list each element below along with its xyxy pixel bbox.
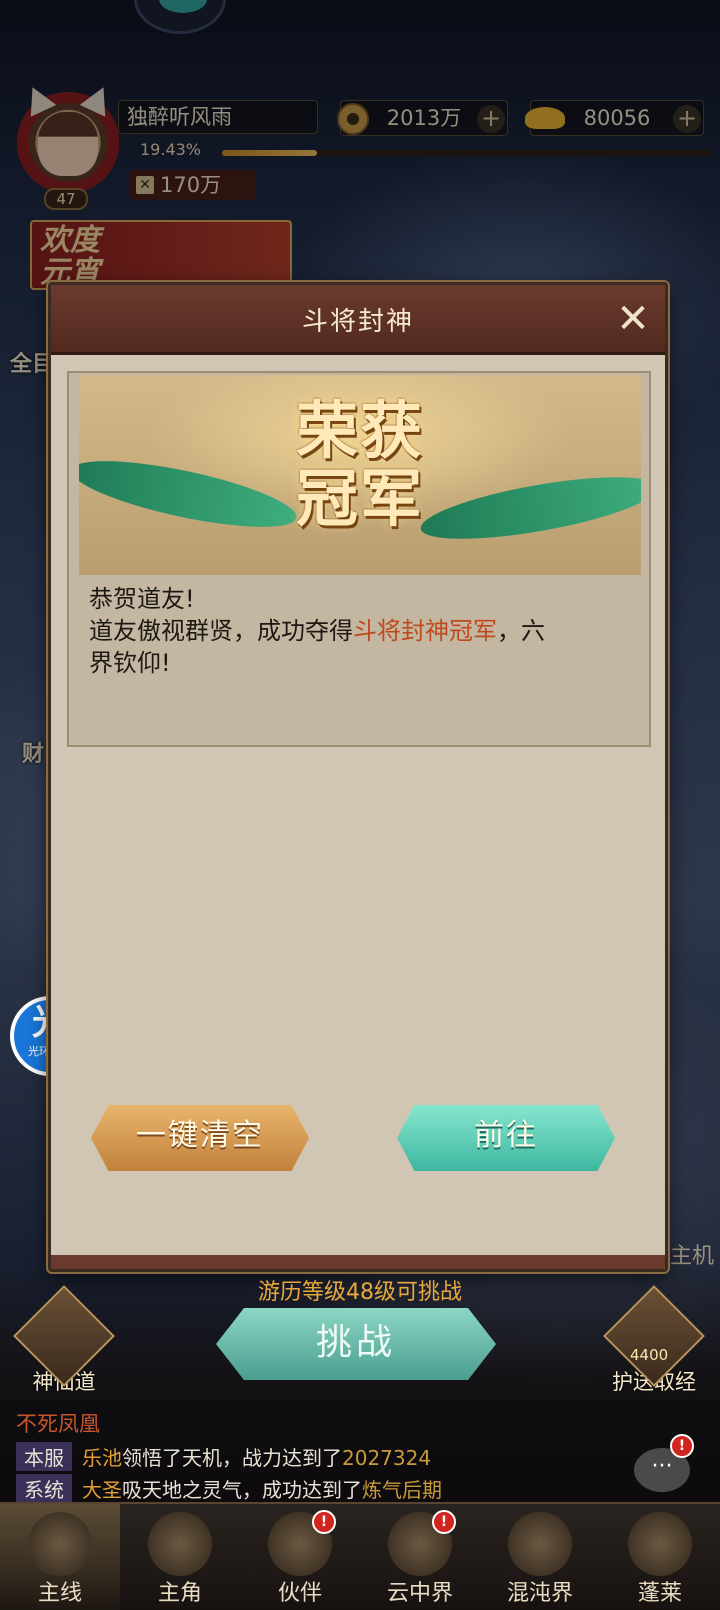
nav-label: 蓬莱	[637, 1581, 682, 1606]
escort-count: 4400	[630, 1346, 669, 1364]
chat-title: 不死凤凰	[16, 1412, 100, 1436]
portal-icon	[508, 1512, 572, 1576]
nav-chaos-realm[interactable]: 混沌界	[480, 1504, 600, 1610]
chat-line: 本服 乐池领悟了天机，战力达到了2027324	[16, 1442, 431, 1471]
nav-label: 混沌界	[506, 1581, 573, 1606]
chat-value: 2027324	[342, 1446, 432, 1470]
mail-dialog: 斗将封神 ✕ 荣获 冠军 恭贺道友! 道友傲视群贤，成功夺得斗将封神冠军，六 界…	[48, 282, 668, 1272]
immortal-path-button[interactable]: 神仙道	[13, 1285, 115, 1396]
go-button[interactable]: 前往	[397, 1105, 615, 1171]
chat-player: 大圣	[82, 1478, 122, 1502]
mail-body: 恭贺道友! 道友傲视群贤，成功夺得斗将封神冠军，六 界钦仰!	[89, 583, 629, 679]
nav-hero[interactable]: 主角	[120, 1504, 240, 1610]
banner-line1: 荣获	[295, 394, 424, 467]
close-icon[interactable]: ✕	[613, 299, 653, 339]
chat-tag: 系统	[16, 1474, 72, 1503]
banner-line2: 冠军	[295, 462, 424, 535]
chat-value: 炼气后期	[362, 1478, 442, 1502]
nav-label: 伙伴	[277, 1581, 322, 1606]
nav-label: 主线	[37, 1581, 82, 1606]
nav-partner[interactable]: 伙伴 !	[240, 1504, 360, 1610]
banner-text: 荣获 冠军	[79, 397, 641, 533]
chat-text: 吸天地之灵气，成功达到了	[122, 1478, 362, 1502]
dialog-header: 斗将封神 ✕	[51, 285, 665, 355]
clear-all-button[interactable]: 一键清空	[91, 1105, 309, 1171]
mail-line2: 道友傲视群贤，成功夺得斗将封神冠军，六	[89, 615, 629, 647]
chat-panel[interactable]: 不死凤凰 本服 乐池领悟了天机，战力达到了2027324 系统 大圣吸天地之灵气，成…	[0, 1400, 720, 1503]
nav-cloud-realm[interactable]: 云中界 !	[360, 1504, 480, 1610]
nav-main-story[interactable]: 主线	[0, 1504, 120, 1610]
nav-label: 云中界	[386, 1581, 453, 1606]
chat-tag: 本服	[16, 1442, 72, 1471]
champion-banner: 荣获 冠军	[79, 375, 641, 575]
challenge-button[interactable]: 挑战	[216, 1308, 496, 1380]
mail-card: 荣获 冠军 恭贺道友! 道友傲视群贤，成功夺得斗将封神冠军，六 界钦仰!	[67, 371, 651, 747]
chat-bubble-button[interactable]: ··· !	[634, 1434, 694, 1492]
nav-badge: !	[312, 1510, 336, 1534]
chat-player: 乐池	[82, 1446, 122, 1470]
sage-icon	[628, 1512, 692, 1576]
nav-label: 主角	[157, 1581, 202, 1606]
dialog-footer	[51, 1255, 665, 1269]
chat-bubble-icon: ···	[651, 1454, 673, 1479]
nav-badge: !	[432, 1510, 456, 1534]
crossed-swords-icon	[28, 1512, 92, 1576]
bottom-nav: 主线 主角 伙伴 ! 云中界 ! 混沌界 蓬莱	[0, 1502, 720, 1610]
mail-line2-prefix: 道友傲视群贤，成功夺得	[89, 617, 353, 645]
mail-highlight: 斗将封神冠军	[353, 617, 497, 645]
dialog-title: 斗将封神	[301, 307, 414, 337]
chat-text: 领悟了天机，战力达到了	[122, 1446, 342, 1470]
hero-icon	[148, 1512, 212, 1576]
chat-badge: !	[670, 1434, 694, 1458]
mail-line3: 界钦仰!	[89, 649, 171, 677]
chat-line: 系统 大圣吸天地之灵气，成功达到了炼气后期	[16, 1474, 442, 1503]
mail-line2-suffix: ，六	[497, 617, 545, 645]
mail-greeting: 恭贺道友!	[89, 585, 195, 613]
nav-penglai[interactable]: 蓬莱	[600, 1504, 720, 1610]
